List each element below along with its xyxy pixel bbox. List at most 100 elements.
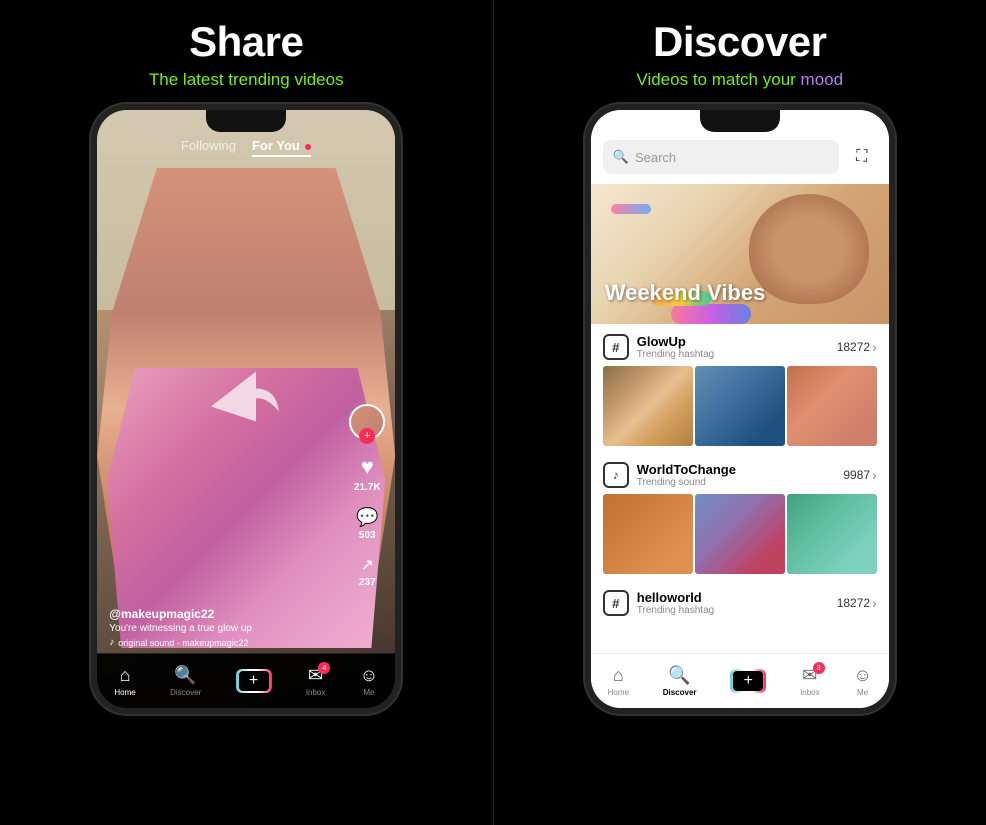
share-action[interactable]: ↗ 237 [359, 555, 376, 588]
trending-name-1: GlowUp [637, 334, 714, 349]
trending-section-1: # GlowUp Trending hashtag 18272 [591, 324, 889, 452]
thumb-makeup[interactable] [603, 366, 693, 446]
left-title: Share [189, 18, 303, 66]
video-username: @makeupmagic22 [109, 607, 335, 621]
video-sound: ♪ original sound - makeupmagic22 [109, 637, 335, 648]
video-actions: ♥ 21.7K 💬 503 ↗ 237 [349, 404, 385, 588]
left-phone-nav: ⌂ Home 🔍 Discover + ✉ 4 Inbox [97, 653, 395, 708]
creator-avatar[interactable] [349, 404, 385, 440]
trending-count-1[interactable]: 18272 [837, 339, 877, 355]
nav-add[interactable]: + [236, 669, 272, 693]
banner-swirl-3 [611, 204, 651, 214]
comment-icon: 💬 [356, 507, 378, 528]
like-action[interactable]: ♥ 21.7K [354, 454, 381, 493]
discover-icon: 🔍 [174, 665, 196, 686]
trending-header-3: # helloworld Trending hashtag 18272 [603, 590, 877, 616]
thumb-person2[interactable] [787, 366, 877, 446]
comment-action[interactable]: 💬 503 [356, 507, 378, 541]
right-subtitle: Videos to match your mood [636, 70, 843, 90]
fullscreen-button[interactable]: ⛶ [847, 142, 877, 172]
trending-section-3: # helloworld Trending hashtag 18272 [591, 580, 889, 628]
trending-header-1: # GlowUp Trending hashtag 18272 [603, 334, 877, 360]
trending-type-1: Trending hashtag [637, 349, 714, 360]
trending-type-2: Trending sound [637, 477, 736, 488]
phone-notch-right [700, 110, 780, 132]
nav-discover[interactable]: 🔍 Discover [170, 665, 201, 697]
phone-notch-left [206, 110, 286, 132]
trending-header-2: ♪ WorldToChange Trending sound 9987 [603, 462, 877, 488]
dnav-inbox[interactable]: ✉ 3 Inbox [800, 665, 820, 697]
home-label: Home [114, 688, 135, 697]
left-subtitle: The latest trending videos [149, 70, 344, 90]
trending-left-2: ♪ WorldToChange Trending sound [603, 462, 736, 488]
video-description: You're witnessing a true glow up [109, 623, 335, 634]
like-count: 21.7K [354, 482, 381, 493]
nav-home[interactable]: ⌂ Home [114, 665, 135, 697]
left-subtitle-text: The latest trending [149, 70, 295, 89]
tab-indicator [305, 144, 311, 150]
dnav-add-button[interactable]: + [730, 669, 766, 693]
banner-pancake [749, 194, 869, 304]
nav-inbox[interactable]: ✉ 4 Inbox [306, 665, 326, 697]
thumbnail-grid-2 [603, 494, 877, 574]
discover-banner: Weekend Vibes [591, 184, 889, 324]
right-phone-frame: 🔍 Search ⛶ Weekend Vibes # [585, 104, 895, 714]
dnav-discover-label: Discover [663, 688, 697, 697]
discover-nav: ⌂ Home 🔍 Discover + ✉ 3 Inbox [591, 653, 889, 708]
inbox-label: Inbox [306, 688, 326, 697]
video-topbar: Following For You [97, 138, 395, 157]
thumb-sport[interactable] [603, 494, 693, 574]
right-title: Discover [653, 18, 826, 66]
trending-name-3: helloworld [637, 590, 714, 605]
comment-count: 503 [359, 530, 376, 541]
for-you-tab[interactable]: For You [252, 138, 312, 157]
search-icon: 🔍 [613, 149, 629, 165]
dnav-home[interactable]: ⌂ Home [608, 665, 629, 697]
left-phone-frame: Following For You ♥ 21.7K [91, 104, 401, 714]
dnav-home-icon: ⌂ [613, 665, 624, 686]
trending-section-2: ♪ WorldToChange Trending sound 9987 [591, 452, 889, 580]
dnav-home-label: Home [608, 688, 629, 697]
dnav-profile-icon: ☺ [853, 665, 871, 686]
share-count: 237 [359, 577, 376, 588]
home-icon: ⌂ [120, 665, 131, 686]
banner-title: Weekend Vibes [605, 280, 766, 306]
following-tab[interactable]: Following [181, 138, 236, 157]
share-icon-overlay [201, 367, 291, 452]
music-note-icon: ♪ [109, 637, 114, 648]
share-icon: ↗ [361, 555, 374, 575]
thumbnail-grid-1 [603, 366, 877, 446]
dnav-me-label: Me [857, 688, 868, 697]
dnav-me[interactable]: ☺ Me [853, 665, 871, 697]
nav-me[interactable]: ☺ Me [360, 665, 378, 697]
trending-type-3: Trending hashtag [637, 605, 714, 616]
dnav-add[interactable]: + [730, 669, 766, 693]
add-button[interactable]: + [236, 669, 272, 693]
trending-count-3[interactable]: 18272 [837, 595, 877, 611]
dnav-discover[interactable]: 🔍 Discover [663, 665, 697, 697]
profile-icon: ☺ [360, 665, 378, 686]
discover-label: Discover [170, 688, 201, 697]
video-info: @makeupmagic22 You're witnessing a true … [109, 607, 335, 648]
hashtag-icon-1: # [603, 334, 629, 360]
trending-info-2: WorldToChange Trending sound [637, 462, 736, 488]
right-subtitle-text: Videos to match your [636, 70, 800, 89]
trending-name-2: WorldToChange [637, 462, 736, 477]
discover-screen: 🔍 Search ⛶ Weekend Vibes # [591, 110, 889, 708]
trending-info-1: GlowUp Trending hashtag [637, 334, 714, 360]
thumb-outdoor[interactable] [787, 494, 877, 574]
left-panel: Share The latest trending videos Followi… [0, 0, 493, 825]
right-panel: Discover Videos to match your mood 🔍 Sea… [494, 0, 986, 825]
trending-count-2[interactable]: 9987 [843, 467, 876, 483]
thumb-dance[interactable] [695, 494, 785, 574]
share-arrow-icon [201, 367, 291, 447]
trending-info-3: helloworld Trending hashtag [637, 590, 714, 616]
me-label: Me [363, 688, 374, 697]
search-placeholder: Search [635, 150, 676, 165]
video-background: Following For You ♥ 21.7K [97, 110, 395, 708]
banner-swirl-1 [671, 304, 751, 324]
dnav-inbox-label: Inbox [800, 688, 820, 697]
thumb-person1[interactable] [695, 366, 785, 446]
search-input[interactable]: 🔍 Search [603, 140, 839, 174]
heart-icon: ♥ [361, 454, 374, 480]
